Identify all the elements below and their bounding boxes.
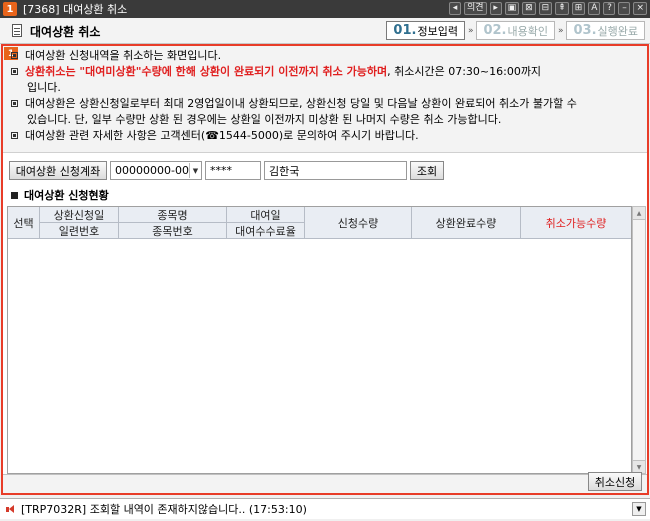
status-dropdown-icon[interactable]: ▼ — [632, 502, 646, 516]
speaker-icon — [6, 504, 15, 514]
help-icon[interactable]: ? — [603, 2, 616, 15]
col-header-apply-date: 상환신청일 — [40, 207, 119, 223]
close-icon[interactable]: × — [633, 2, 647, 15]
col-header-completed-qty: 상환완료수량 — [412, 207, 521, 239]
step-arrow-icon: » — [467, 25, 474, 36]
col-header-loan-fee-rate: 대여수수료율 — [227, 223, 305, 239]
step-info-input: 01. 정보입력 — [386, 21, 465, 40]
step-content-confirm: 02. 내용확인 — [476, 21, 555, 40]
account-holder-name: 김한국 — [264, 161, 407, 180]
section-title: 대여상환 신청현황 — [11, 187, 109, 203]
screen-icon[interactable]: ▣ — [504, 2, 520, 15]
action-bar: 취소신청 — [3, 472, 647, 493]
col-header-cancelable-qty: 취소가능수량 — [521, 207, 631, 239]
table-scrollbar[interactable]: ▲ ▼ — [632, 206, 646, 474]
font-size-icon[interactable]: A — [588, 2, 601, 15]
main-panel: 1 대여상환 신청내역을 취소하는 화면입니다. 상환취소는 "대여미상환"수량… — [1, 44, 649, 495]
account-select-button[interactable]: 대여상환 신청계좌 — [9, 161, 107, 180]
notice-line: 대여상환은 상환신청일로부터 최대 2영업일이내 상환되므로, 상환신청 당일 … — [11, 96, 577, 112]
window-controls: ◂ 의견 ▸ ▣ ⊠ ⊟ ⇞ ⊞ A ? – × — [449, 2, 647, 15]
status-message: [TRP7032R] 조회할 내역이 존재하지않습니다.. (17:53:10) — [21, 503, 307, 516]
query-bar: 대여상환 신청계좌 00000000-00 ▼ **** 김한국 조회 — [9, 161, 444, 180]
col-header-serial: 일련번호 — [40, 223, 119, 239]
col-header-stock-name: 종목명 — [119, 207, 227, 223]
link-icon[interactable]: ⊠ — [522, 2, 536, 15]
col-header-stock-code: 종목번호 — [119, 223, 227, 239]
chevron-down-icon[interactable]: ▼ — [189, 163, 201, 178]
scroll-up-icon[interactable]: ▲ — [633, 207, 645, 220]
cancel-request-button[interactable]: 취소신청 — [588, 472, 642, 491]
application-status-table[interactable]: 선택 상환신청일 일련번호 종목명 종목번호 대여일 대여수수료율 신청수량 상… — [7, 206, 632, 474]
notice-line: 있습니다. 단, 일부 수량만 상환 된 경우에는 상환일 이전까지 미상환 된… — [27, 113, 502, 126]
page-title: 대여상환 취소 — [30, 25, 101, 39]
window-number-badge: 1 — [3, 2, 17, 16]
notice-box: 1 대여상환 신청내역을 취소하는 화면입니다. 상환취소는 "대여미상환"수량… — [3, 46, 647, 153]
screen-header: 대여상환 취소 01. 정보입력 » 02. 내용확인 » 03. 실행완료 — [0, 18, 650, 44]
pin-icon[interactable]: ⇞ — [555, 2, 569, 15]
step-execution-complete: 03. 실행완료 — [566, 21, 645, 40]
save-icon[interactable]: ⊟ — [538, 2, 553, 15]
window-titlebar: 1 [7368] 대여상환 취소 ◂ 의견 ▸ ▣ ⊠ ⊟ ⇞ ⊞ A ? – … — [0, 0, 650, 18]
notice-line: 대여상환 신청내역을 취소하는 화면입니다. — [11, 48, 221, 64]
col-header-loan-date: 대여일 — [227, 207, 305, 223]
window-title: [7368] 대여상환 취소 — [23, 3, 128, 16]
notice-line: 입니다. — [27, 81, 61, 94]
bullet-icon — [11, 68, 18, 75]
feedback-button[interactable]: 의견 — [464, 2, 487, 15]
bullet-icon — [11, 100, 18, 107]
col-header-select: 선택 — [8, 207, 40, 239]
layout-icon[interactable]: ⊞ — [571, 2, 586, 15]
step-arrow-icon: » — [557, 25, 564, 36]
minimize-icon[interactable]: – — [618, 2, 631, 15]
col-header-request-qty: 신청수량 — [305, 207, 412, 239]
account-number-select[interactable]: 00000000-00 ▼ — [110, 161, 202, 180]
document-icon — [12, 24, 22, 37]
prev-icon[interactable]: ◂ — [449, 2, 462, 15]
step-indicator: 01. 정보입력 » 02. 내용확인 » 03. 실행완료 — [386, 21, 645, 40]
section-bullet-icon — [11, 192, 18, 199]
notice-line: 대여상환 관련 자세한 사항은 고객센터(☎1544-5000)로 문의하여 주… — [11, 128, 419, 144]
account-number-value: 00000000-00 — [115, 164, 189, 177]
status-bar: [TRP7032R] 조회할 내역이 존재하지않습니다.. (17:53:10)… — [0, 498, 650, 519]
next-icon[interactable]: ▸ — [489, 2, 502, 15]
notice-line-warning: 상환취소는 "대여미상환"수량에 한해 상환이 완료되기 이전까지 취소 가능하… — [11, 64, 541, 80]
bullet-icon — [11, 52, 18, 59]
bullet-icon — [11, 132, 18, 139]
password-field[interactable]: **** — [205, 161, 261, 180]
search-button[interactable]: 조회 — [410, 161, 444, 180]
